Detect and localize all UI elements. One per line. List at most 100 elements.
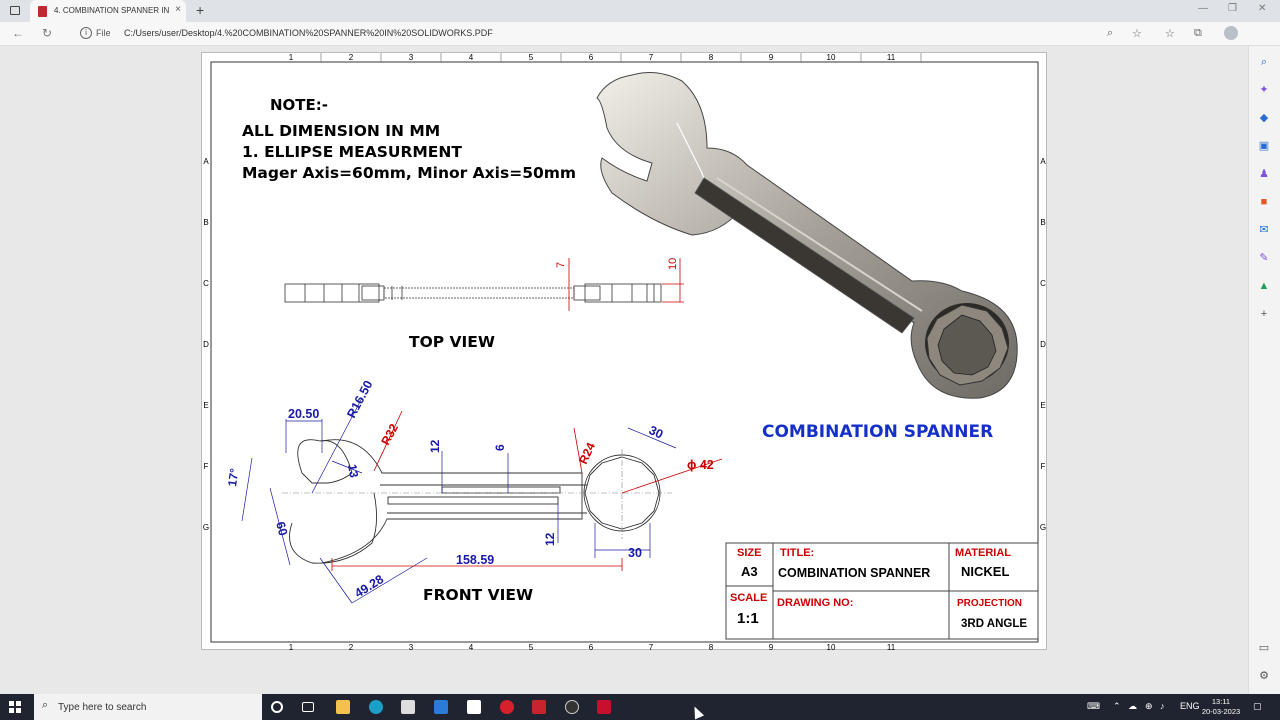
note-line-1: ALL DIMENSION IN MM [242,122,440,140]
ruler-letter-F: F [1041,462,1046,471]
spanner-3d-illustration [596,72,1018,399]
ruler-number-11: 11 [887,643,896,651]
tools-icon[interactable]: ▣ [1258,140,1270,152]
ruler-number-3: 3 [409,53,414,62]
designer-icon[interactable]: ✎ [1258,252,1270,264]
ruler-letter-B: B [1040,218,1045,227]
ruler-letter-A: A [1040,157,1046,166]
tab-title: 4. COMBINATION SPANNER IN S [54,6,172,15]
avatar[interactable] [1224,26,1238,40]
front-view-drawing [289,439,661,564]
mail-icon[interactable] [434,700,448,714]
maximize-icon[interactable]: ❐ [1228,3,1237,14]
ruler-number-4: 4 [469,643,474,651]
projection-value: 3RD ANGLE [961,618,1027,630]
title-label: TITLE: [780,547,814,559]
note-line-2: 1. ELLIPSE MEASURMENT [242,143,462,161]
office-icon[interactable]: ■ [1258,196,1270,208]
material-value: NICKEL [961,564,1009,579]
favorites-icon[interactable]: ☆ [1165,27,1175,40]
ruler-number-7: 7 [649,643,654,651]
cortana-icon[interactable] [271,701,283,713]
pdf-icon [38,6,47,17]
windows-start-icon[interactable] [9,701,21,713]
top-view-label: TOP VIEW [409,333,495,351]
ruler-number-8: 8 [709,643,714,651]
search-icon[interactable]: ⌕ [1258,56,1270,68]
drawing-page: 1 1 2 2 3 3 4 4 5 5 6 6 7 7 8 8 9 9 10 10 11 11 A A B B C C D D E E F F G G… [201,52,1047,651]
url-field[interactable]: C:/Users/user/Desktop/4.%20COMBINATION%2… [124,28,493,38]
ruler-letter-D: D [1040,340,1046,349]
edge-icon[interactable] [369,700,383,714]
file-explorer-icon[interactable] [336,700,350,714]
size-value: A3 [741,564,758,579]
sidebar-toggle-icon[interactable]: ▭ [1258,642,1270,654]
cloud-icon[interactable]: ☁ [1128,701,1137,712]
taskbar-search[interactable]: ⌕ Type here to search [34,694,262,720]
ruler-number-1: 1 [289,53,294,62]
shopping-icon[interactable]: ◆ [1258,112,1270,124]
zoom-icon[interactable]: ⌕ [1107,27,1113,40]
clock-time: 13:11 [1211,697,1231,706]
dim-30-top: 30 [647,423,666,442]
dim-r16-50: R16.50 [344,378,375,420]
notepad-icon[interactable] [467,700,481,714]
close-tab-icon[interactable]: × [175,4,181,15]
network-icon[interactable]: ⊕ [1145,701,1153,712]
minimize-icon[interactable]: — [1198,3,1208,14]
app-icon[interactable] [565,700,579,714]
solidworks-icon[interactable] [597,700,611,714]
new-tab-button[interactable]: + [196,2,204,18]
tab-pdf[interactable]: 4. COMBINATION SPANNER IN S × [30,0,186,22]
volume-icon[interactable]: ♪ [1160,701,1165,711]
ruler-letter-D: D [203,340,209,349]
outlook-icon[interactable]: ✉ [1258,224,1270,236]
ruler-number-2: 2 [349,53,354,62]
dim-phi-42: ϕ 42 [687,458,714,472]
ruler-letter-B: B [203,218,208,227]
dim-20-50: 20.50 [288,407,319,421]
opera-icon[interactable] [500,700,514,714]
language-indicator[interactable]: ENG [1180,701,1200,711]
recorder-icon[interactable] [532,700,546,714]
title-value: COMBINATION SPANNER [778,566,930,580]
settings-icon[interactable]: ⚙ [1258,670,1270,682]
tab-actions-icon[interactable] [10,6,20,15]
dim-60: 60 [273,520,290,537]
refresh-icon[interactable]: ↻ [42,26,52,40]
collections-icon[interactable]: ⧉ [1194,27,1202,40]
ruler-letter-F: F [204,462,209,471]
notification-icon[interactable]: ▢ [1253,701,1262,712]
center-lines [282,449,672,539]
ruler-number-7: 7 [649,53,654,62]
tree-icon[interactable]: ▲ [1258,280,1270,292]
keyboard-icon[interactable]: ⌨ [1087,701,1100,712]
tray-chevron-icon[interactable]: ⌃ [1113,701,1121,712]
dim-7: 7 [555,262,567,268]
close-window-icon[interactable]: ✕ [1258,3,1266,14]
ruler-letter-C: C [1040,279,1046,288]
clock[interactable]: 13:11 20-03-2023 [1200,697,1242,717]
info-icon[interactable]: i [80,27,92,39]
dim-r24: R24 [576,440,598,466]
copilot-icon[interactable]: ✦ [1258,84,1270,96]
ruler-number-5: 5 [529,53,534,62]
dim-r32: R32 [378,421,401,447]
taskbar: ⌕ Type here to search ⌨ ⌃ ☁ ⊕ ♪ ENG 13:1… [0,694,1280,720]
back-icon[interactable]: ← [12,26,24,40]
projection-label: PROJECTION [957,598,1022,609]
ruler-number-1: 1 [289,643,294,651]
ruler-letter-C: C [203,279,209,288]
games-icon[interactable]: ♟ [1258,168,1270,180]
search-placeholder: Type here to search [58,702,147,713]
favorite-add-icon[interactable]: ☆ [1132,27,1142,40]
dim-49-28: 49.28 [352,572,386,600]
dim-12-bottom: 12 [543,532,557,546]
task-view-icon[interactable] [302,702,314,712]
clock-date: 20-03-2023 [1201,707,1241,716]
ruler-number-10: 10 [827,643,836,651]
add-icon[interactable]: + [1258,308,1270,320]
ruler-number-6: 6 [589,643,594,651]
store-icon[interactable] [401,700,415,714]
size-label: SIZE [737,547,761,559]
